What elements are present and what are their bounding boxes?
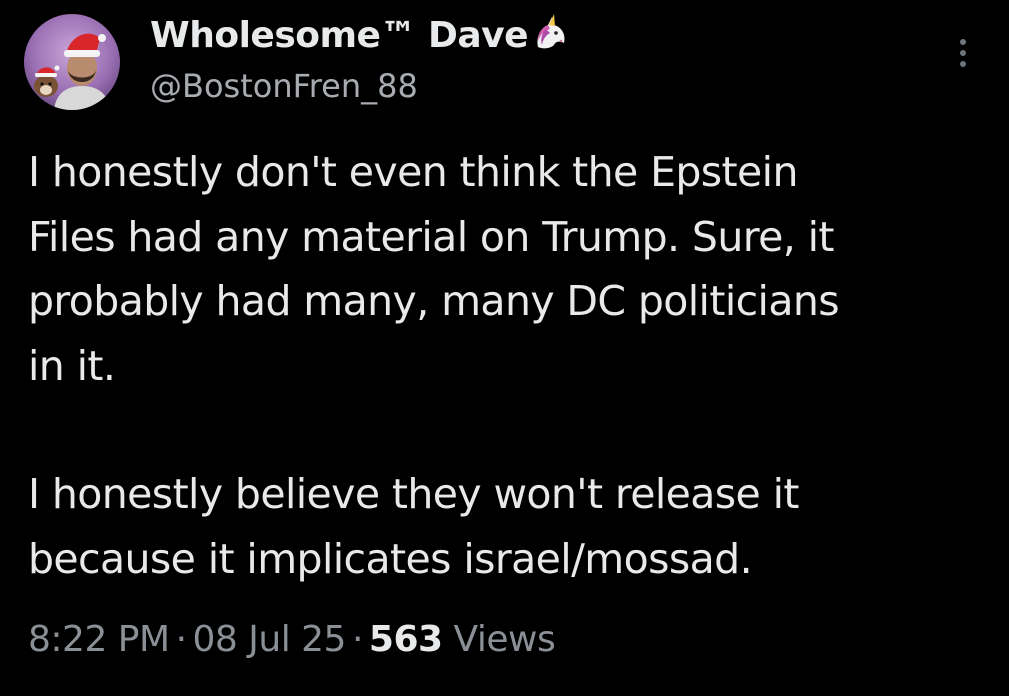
tweet: Wholesome™ Dave @BostonFren_88 I honestl… <box>0 0 1009 696</box>
more-dot <box>960 39 966 45</box>
post-time[interactable]: 8:22 PM <box>28 619 170 660</box>
avatar-image <box>24 14 120 110</box>
display-name: Wholesome™ Dave <box>150 15 529 56</box>
post-text: I honestly don't even think the Epstein … <box>28 140 988 591</box>
post-meta: 8:22 PM · 08 Jul 25 · 563 Views <box>28 614 556 666</box>
author-handle[interactable]: @BostonFren_88 <box>150 64 418 108</box>
more-dot <box>960 50 966 56</box>
avatar[interactable] <box>24 14 120 110</box>
views-count[interactable]: 563 <box>369 619 443 660</box>
views-label: Views <box>453 619 556 660</box>
more-dot <box>960 61 966 67</box>
meta-separator: · <box>175 619 187 660</box>
post-date[interactable]: 08 Jul 25 <box>193 619 347 660</box>
unicorn-icon <box>530 13 570 68</box>
more-vertical-icon[interactable] <box>946 30 980 76</box>
post-paragraph: I honestly don't even think the Epstein … <box>28 148 840 390</box>
meta-separator: · <box>351 619 363 660</box>
author-name[interactable]: Wholesome™ Dave <box>150 10 570 68</box>
post-paragraph: I honestly believe they won't release it… <box>28 470 799 583</box>
